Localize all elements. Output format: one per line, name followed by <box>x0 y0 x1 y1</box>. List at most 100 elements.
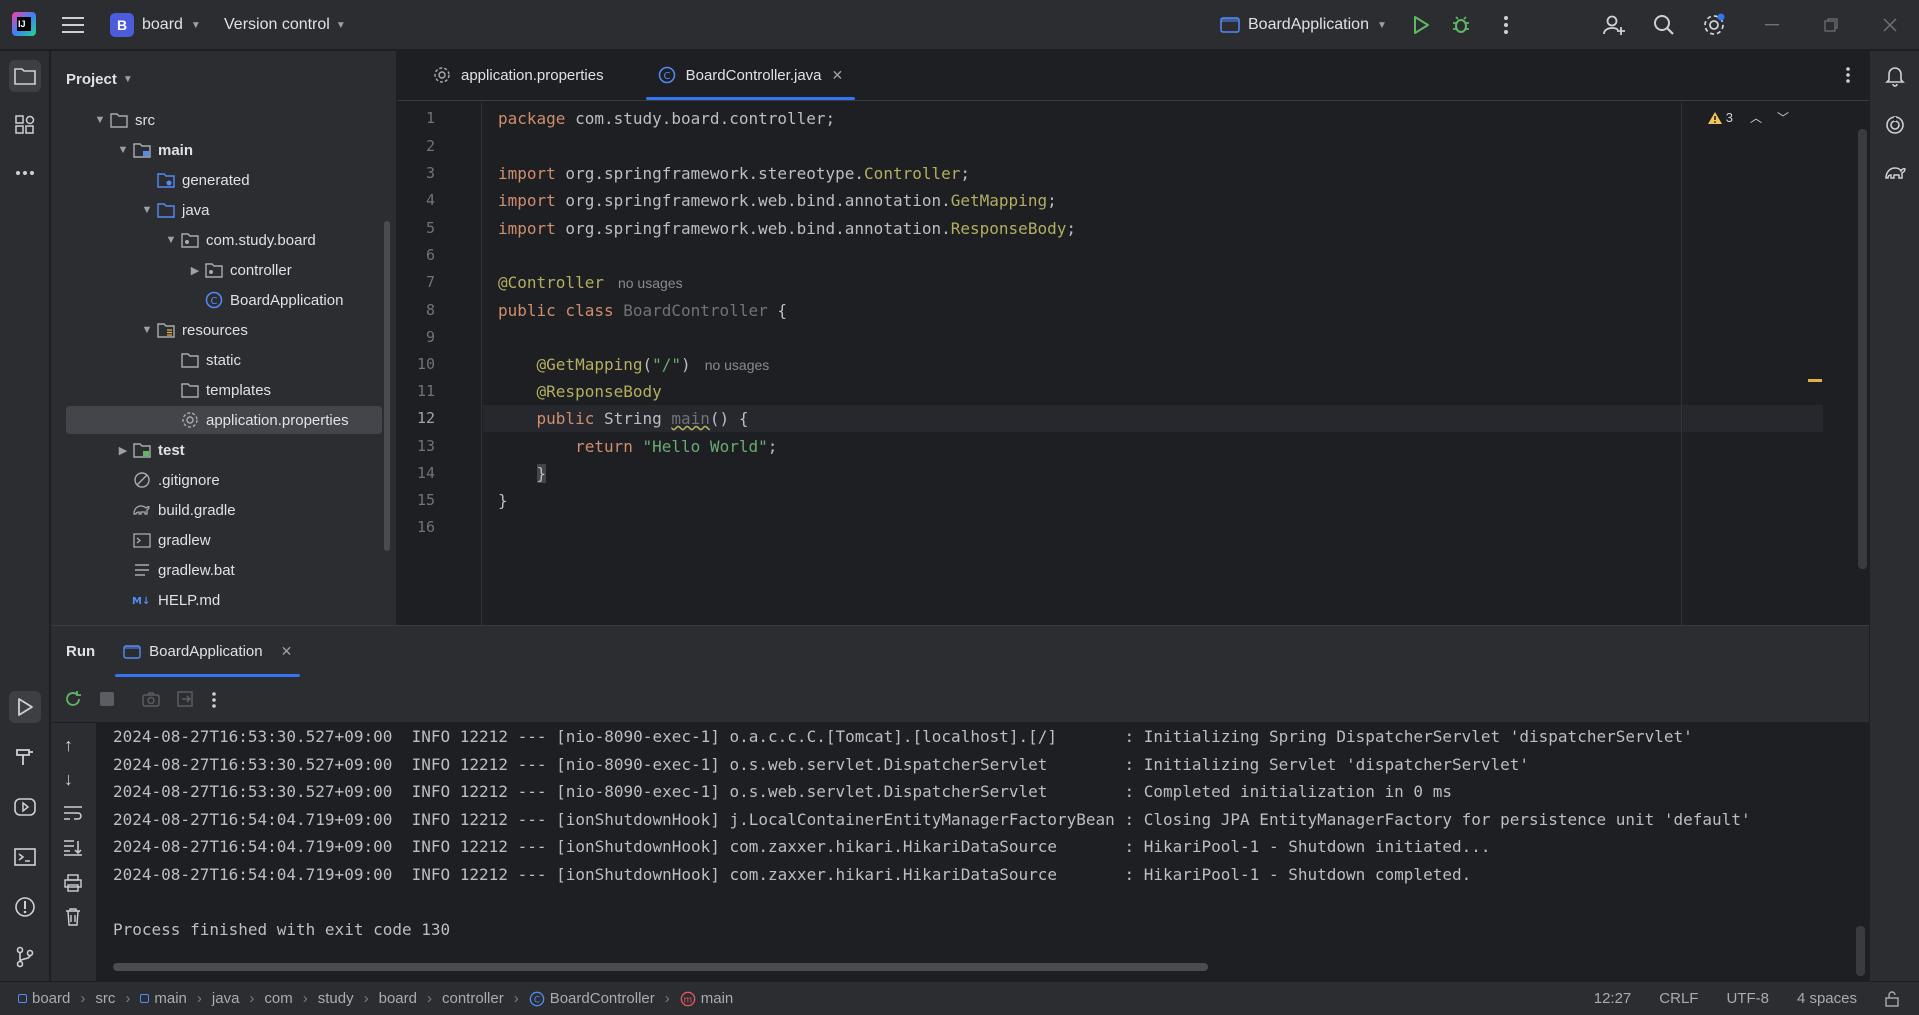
stop-icon[interactable] <box>100 692 114 706</box>
line-number[interactable]: 15 <box>405 487 435 514</box>
line-number[interactable]: 9 <box>405 324 435 351</box>
arrow-down-icon[interactable]: ↓ <box>64 769 73 790</box>
breadcrumb-com[interactable]: com <box>264 990 292 1007</box>
tab-board-controller[interactable]: C BoardController.java ✕ <box>640 50 862 100</box>
tree-item-java[interactable]: ▼ java <box>66 196 382 224</box>
line-number[interactable]: 12 <box>405 405 435 432</box>
breadcrumb-board[interactable]: board <box>18 990 70 1007</box>
tree-item-templates[interactable]: templates <box>66 376 382 404</box>
run-tab-board-application[interactable]: BoardApplication ✕ <box>115 626 301 677</box>
exit-icon[interactable] <box>175 689 195 714</box>
close-tab-icon[interactable]: ✕ <box>281 643 293 660</box>
editor-scrollbar[interactable] <box>1858 129 1867 569</box>
tree-item-src[interactable]: ▼ src <box>66 106 382 134</box>
breadcrumb-board-package[interactable]: board <box>379 990 417 1007</box>
tab-application-properties[interactable]: application.properties <box>415 50 622 100</box>
tree-item-gitignore[interactable]: .gitignore <box>66 466 382 494</box>
caret-position[interactable]: 12:27 <box>1594 990 1632 1007</box>
chevron-right-icon[interactable]: ▶ <box>114 444 132 457</box>
file-encoding[interactable]: UTF-8 <box>1726 990 1769 1007</box>
chevron-down-icon[interactable]: ▼ <box>162 234 180 246</box>
code-area[interactable]: package com.study.board.controller; impo… <box>483 103 1823 625</box>
line-number[interactable]: 14 <box>405 460 435 487</box>
terminal-icon[interactable] <box>9 841 41 873</box>
project-switcher[interactable]: B board ▼ <box>110 10 201 40</box>
breadcrumb-java[interactable]: java <box>212 990 240 1007</box>
run-icon[interactable] <box>1408 12 1434 38</box>
breadcrumb-main-method[interactable]: m main <box>680 990 733 1007</box>
vcs-widget[interactable]: Version control ▼ <box>224 10 346 40</box>
add-user-icon[interactable] <box>1600 11 1628 39</box>
intellij-logo-icon[interactable]: IJ <box>12 12 36 36</box>
line-number[interactable]: 2 <box>405 133 435 160</box>
line-number[interactable]: 16 <box>405 514 435 541</box>
minimize-icon[interactable] <box>1760 14 1784 36</box>
close-tab-icon[interactable]: ✕ <box>832 67 844 84</box>
console-vertical-scrollbar[interactable] <box>1856 926 1865 976</box>
breadcrumb-src[interactable]: src <box>95 990 115 1007</box>
more-tool-windows-icon[interactable] <box>9 157 41 189</box>
breadcrumb-board-controller[interactable]: C BoardController <box>529 990 655 1007</box>
tree-item-main[interactable]: ▼ main <box>66 136 382 164</box>
project-folder-icon[interactable] <box>9 60 41 92</box>
more-actions-icon[interactable] <box>1494 12 1518 38</box>
line-number[interactable]: 1 <box>405 105 435 132</box>
line-number[interactable]: 6 <box>405 242 435 269</box>
services-icon[interactable] <box>9 791 41 823</box>
chevron-down-icon[interactable]: ▼ <box>138 324 156 336</box>
problems-icon[interactable] <box>9 891 41 923</box>
console-horizontal-scrollbar[interactable] <box>113 963 1208 971</box>
soft-wrap-icon[interactable] <box>63 805 83 826</box>
maximize-icon[interactable] <box>1819 14 1843 36</box>
tree-item-help-md[interactable]: M↓ HELP.md <box>66 586 382 614</box>
debug-icon[interactable] <box>1448 12 1474 38</box>
line-number[interactable]: 4 <box>405 187 435 214</box>
scroll-to-end-icon[interactable] <box>63 839 83 862</box>
settings-icon[interactable] <box>1700 11 1728 39</box>
breadcrumb-main[interactable]: main <box>140 990 187 1007</box>
indent-setting[interactable]: 4 spaces <box>1797 990 1857 1007</box>
tree-item-board-application[interactable]: C BoardApplication <box>66 286 382 314</box>
tree-item-test[interactable]: ▶ test <box>66 436 382 464</box>
notifications-bell-icon[interactable] <box>1879 60 1911 92</box>
project-header[interactable]: Project ▼ <box>51 51 396 107</box>
chevron-down-icon[interactable]: ▼ <box>114 144 132 156</box>
console-output[interactable]: 2024-08-27T16:53:30.527+09:00 INFO 12212… <box>113 723 1855 982</box>
run-configuration-selector[interactable]: BoardApplication ▼ <box>1220 10 1387 40</box>
ai-assistant-icon[interactable] <box>1879 109 1911 141</box>
tree-item-controller[interactable]: ▶ controller <box>66 256 382 284</box>
run-tool-icon[interactable] <box>9 691 41 723</box>
tree-item-generated[interactable]: generated <box>66 166 382 194</box>
tree-item-application-properties[interactable]: application.properties <box>66 406 382 434</box>
gradle-elephant-icon[interactable] <box>1879 157 1911 189</box>
tree-item-gradlew-bat[interactable]: gradlew.bat <box>66 556 382 584</box>
line-number[interactable]: 10 <box>405 351 435 378</box>
search-icon[interactable] <box>1650 11 1678 39</box>
tree-item-static[interactable]: static <box>66 346 382 374</box>
line-number[interactable]: 8 <box>405 297 435 324</box>
line-number[interactable]: 3 <box>405 160 435 187</box>
main-menu-icon[interactable] <box>60 12 86 38</box>
tree-item-com-study-board[interactable]: ▼ com.study.board <box>66 226 382 254</box>
close-icon[interactable] <box>1878 14 1902 36</box>
line-number[interactable]: 13 <box>405 433 435 460</box>
more-actions-icon[interactable] <box>211 691 217 714</box>
print-icon[interactable] <box>63 873 83 898</box>
git-branch-icon[interactable] <box>9 941 41 973</box>
line-number[interactable]: 5 <box>405 215 435 242</box>
chevron-down-icon[interactable]: ▼ <box>91 114 109 126</box>
camera-icon[interactable] <box>141 689 161 714</box>
warning-stripe-marker[interactable] <box>1808 379 1822 382</box>
line-separator[interactable]: CRLF <box>1659 990 1698 1007</box>
tree-item-gradlew[interactable]: gradlew <box>66 526 382 554</box>
rerun-icon[interactable] <box>63 689 83 714</box>
breadcrumb-controller[interactable]: controller <box>442 990 504 1007</box>
arrow-up-icon[interactable]: ↑ <box>64 735 73 756</box>
tabs-more-icon[interactable] <box>1845 66 1851 89</box>
breadcrumb-study[interactable]: study <box>318 990 354 1007</box>
chevron-right-icon[interactable]: ▶ <box>186 264 204 277</box>
chevron-down-icon[interactable]: ▼ <box>138 204 156 216</box>
line-number[interactable]: 11 <box>405 378 435 405</box>
read-only-lock-icon[interactable] <box>1885 990 1899 1007</box>
structure-icon[interactable] <box>9 109 41 141</box>
